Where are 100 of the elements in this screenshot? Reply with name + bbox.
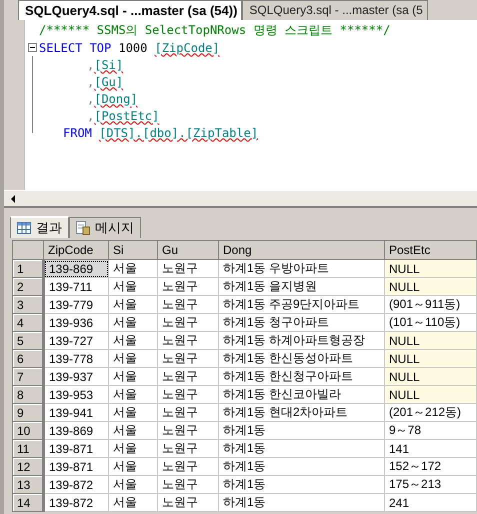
table-cell: 175～213	[384, 476, 476, 494]
table-cell: 노원구	[158, 422, 218, 440]
results-tab[interactable]: 메시지	[69, 217, 141, 238]
table-cell: 노원구	[158, 368, 218, 386]
table-cell: 서울	[108, 368, 158, 386]
table-cell: 노원구	[158, 314, 218, 332]
code-line: ,[Dong]	[86, 92, 138, 106]
table-cell: NULL	[384, 368, 476, 386]
table-cell: 139-869	[44, 422, 108, 440]
table-cell: 하계1동	[218, 476, 384, 494]
row-header[interactable]: 6	[12, 350, 44, 368]
row-header[interactable]: 2	[12, 278, 44, 296]
table-cell: 139-936	[44, 314, 108, 332]
collapse-icon[interactable]	[28, 43, 36, 52]
table-cell: 노원구	[158, 386, 218, 404]
scroll-left-icon[interactable]	[10, 194, 16, 202]
row-header[interactable]: 14	[12, 494, 44, 512]
column-header[interactable]: Si	[108, 240, 158, 260]
table-cell: 하계1동	[218, 440, 384, 458]
table-cell: 139-937	[44, 368, 108, 386]
table-cell: 서울	[108, 278, 158, 296]
row-header[interactable]: 8	[12, 386, 44, 404]
code-line: ,[Si]	[86, 58, 124, 72]
table-cell: 하계1동	[218, 494, 384, 512]
row-header[interactable]: 10	[12, 422, 44, 440]
table-cell: 139-727	[44, 332, 108, 350]
table-cell: 노원구	[158, 494, 218, 512]
table-cell: 노원구	[158, 332, 218, 350]
table-cell: 139-872	[44, 476, 108, 494]
column-header[interactable]: ZipCode	[44, 240, 108, 260]
table-cell: 141	[384, 440, 476, 458]
table-cell: 하계1동 을지병원	[218, 278, 384, 296]
table-cell: 서울	[108, 350, 158, 368]
table-cell: 하계1동 한신동성아파트	[218, 350, 384, 368]
table-cell: NULL	[384, 386, 476, 404]
table-cell: 서울	[108, 458, 158, 476]
table-cell: 139-778	[44, 350, 108, 368]
table-cell: 서울	[108, 494, 158, 512]
row-header[interactable]: 5	[12, 332, 44, 350]
row-header[interactable]: 9	[12, 404, 44, 422]
table-cell: 노원구	[158, 404, 218, 422]
table-cell: 서울	[108, 314, 158, 332]
code-line: FROM [DTS].[dbo].[ZipTable]	[62, 126, 258, 140]
table-cell: 139-711	[44, 278, 108, 296]
table-cell: NULL	[384, 332, 476, 350]
row-header[interactable]: 3	[12, 296, 44, 314]
document-tab[interactable]: SQLQuery3.sql - ...master (sa (5	[242, 0, 428, 20]
code-line: SELECT TOP 1000 [ZipCode]	[39, 40, 220, 54]
table-cell: NULL	[384, 278, 476, 296]
table-cell: 하계1동	[218, 422, 384, 440]
table-cell: (201～212동)	[384, 404, 476, 422]
results-tab[interactable]: 결과	[10, 216, 69, 238]
document-tab[interactable]: SQLQuery4.sql - ...master (sa (54))	[18, 0, 242, 20]
code-line: ,[Gu]	[86, 74, 124, 88]
table-cell: 서울	[108, 476, 158, 494]
table-cell: 139-871	[44, 458, 108, 476]
table-cell: 서울	[108, 404, 158, 422]
table-cell: 노원구	[158, 350, 218, 368]
table-cell: 241	[384, 494, 476, 512]
column-header[interactable]: Dong	[218, 240, 384, 260]
table-cell: 하계1동 한신청구아파트	[218, 368, 384, 386]
table-cell: 하계1동 청구아파트	[218, 314, 384, 332]
table-cell: 139-953	[44, 386, 108, 404]
row-header[interactable]: 13	[12, 476, 44, 494]
table-cell: 하계1동 하계아파트형공장	[218, 332, 384, 350]
table-cell: 노원구	[158, 476, 218, 494]
table-cell: NULL	[384, 350, 476, 368]
table-cell: 하계1동	[218, 458, 384, 476]
table-cell: 9～78	[384, 422, 476, 440]
table-cell: 139-941	[44, 404, 108, 422]
table-cell: 노원구	[158, 260, 218, 278]
table-cell: 노원구	[158, 296, 218, 314]
table-cell: 노원구	[158, 440, 218, 458]
table-cell: 서울	[108, 386, 158, 404]
row-header[interactable]: 7	[12, 368, 44, 386]
column-header[interactable]: Gu	[158, 240, 218, 260]
table-cell: 서울	[108, 260, 158, 278]
table-cell: 하계1동 우방아파트	[218, 260, 384, 278]
table-cell: 하계1동 한신코아빌라	[218, 386, 384, 404]
table-cell: 서울	[108, 296, 158, 314]
row-header[interactable]: 4	[12, 314, 44, 332]
table-cell: (901～911동)	[384, 296, 476, 314]
column-header[interactable]: PostEtc	[384, 240, 476, 260]
code-line: /****** SSMS의 SelectTopNRows 명령 스크립트 ******/	[39, 22, 390, 39]
document-icon	[76, 221, 90, 235]
row-header[interactable]: 11	[12, 440, 44, 458]
code-editor[interactable]: /****** SSMS의 SelectTopNRows 명령 스크립트 ******/ SELECT TOP 1000 [ZipCode] ,[Si] ,[Gu] ,[Dong] ,[PostEtc] FROM [DTS].[dbo].[ZipTable]	[4, 20, 477, 190]
table-cell: 서울	[108, 422, 158, 440]
row-header[interactable]: 1	[12, 260, 44, 278]
row-header[interactable]: 12	[12, 458, 44, 476]
table-cell: 노원구	[158, 458, 218, 476]
table-cell: 139-872	[44, 494, 108, 512]
code-line: ,[PostEtc]	[86, 108, 160, 122]
table-cell: 서울	[108, 440, 158, 458]
table-cell: NULL	[384, 260, 476, 278]
horizontal-scrollbar[interactable]	[4, 190, 477, 208]
table-cell: 하계1동 현대2차아파트	[218, 404, 384, 422]
table-cell: 139-779	[44, 296, 108, 314]
grid-icon	[17, 222, 31, 234]
table-cell: 152～172	[384, 458, 476, 476]
